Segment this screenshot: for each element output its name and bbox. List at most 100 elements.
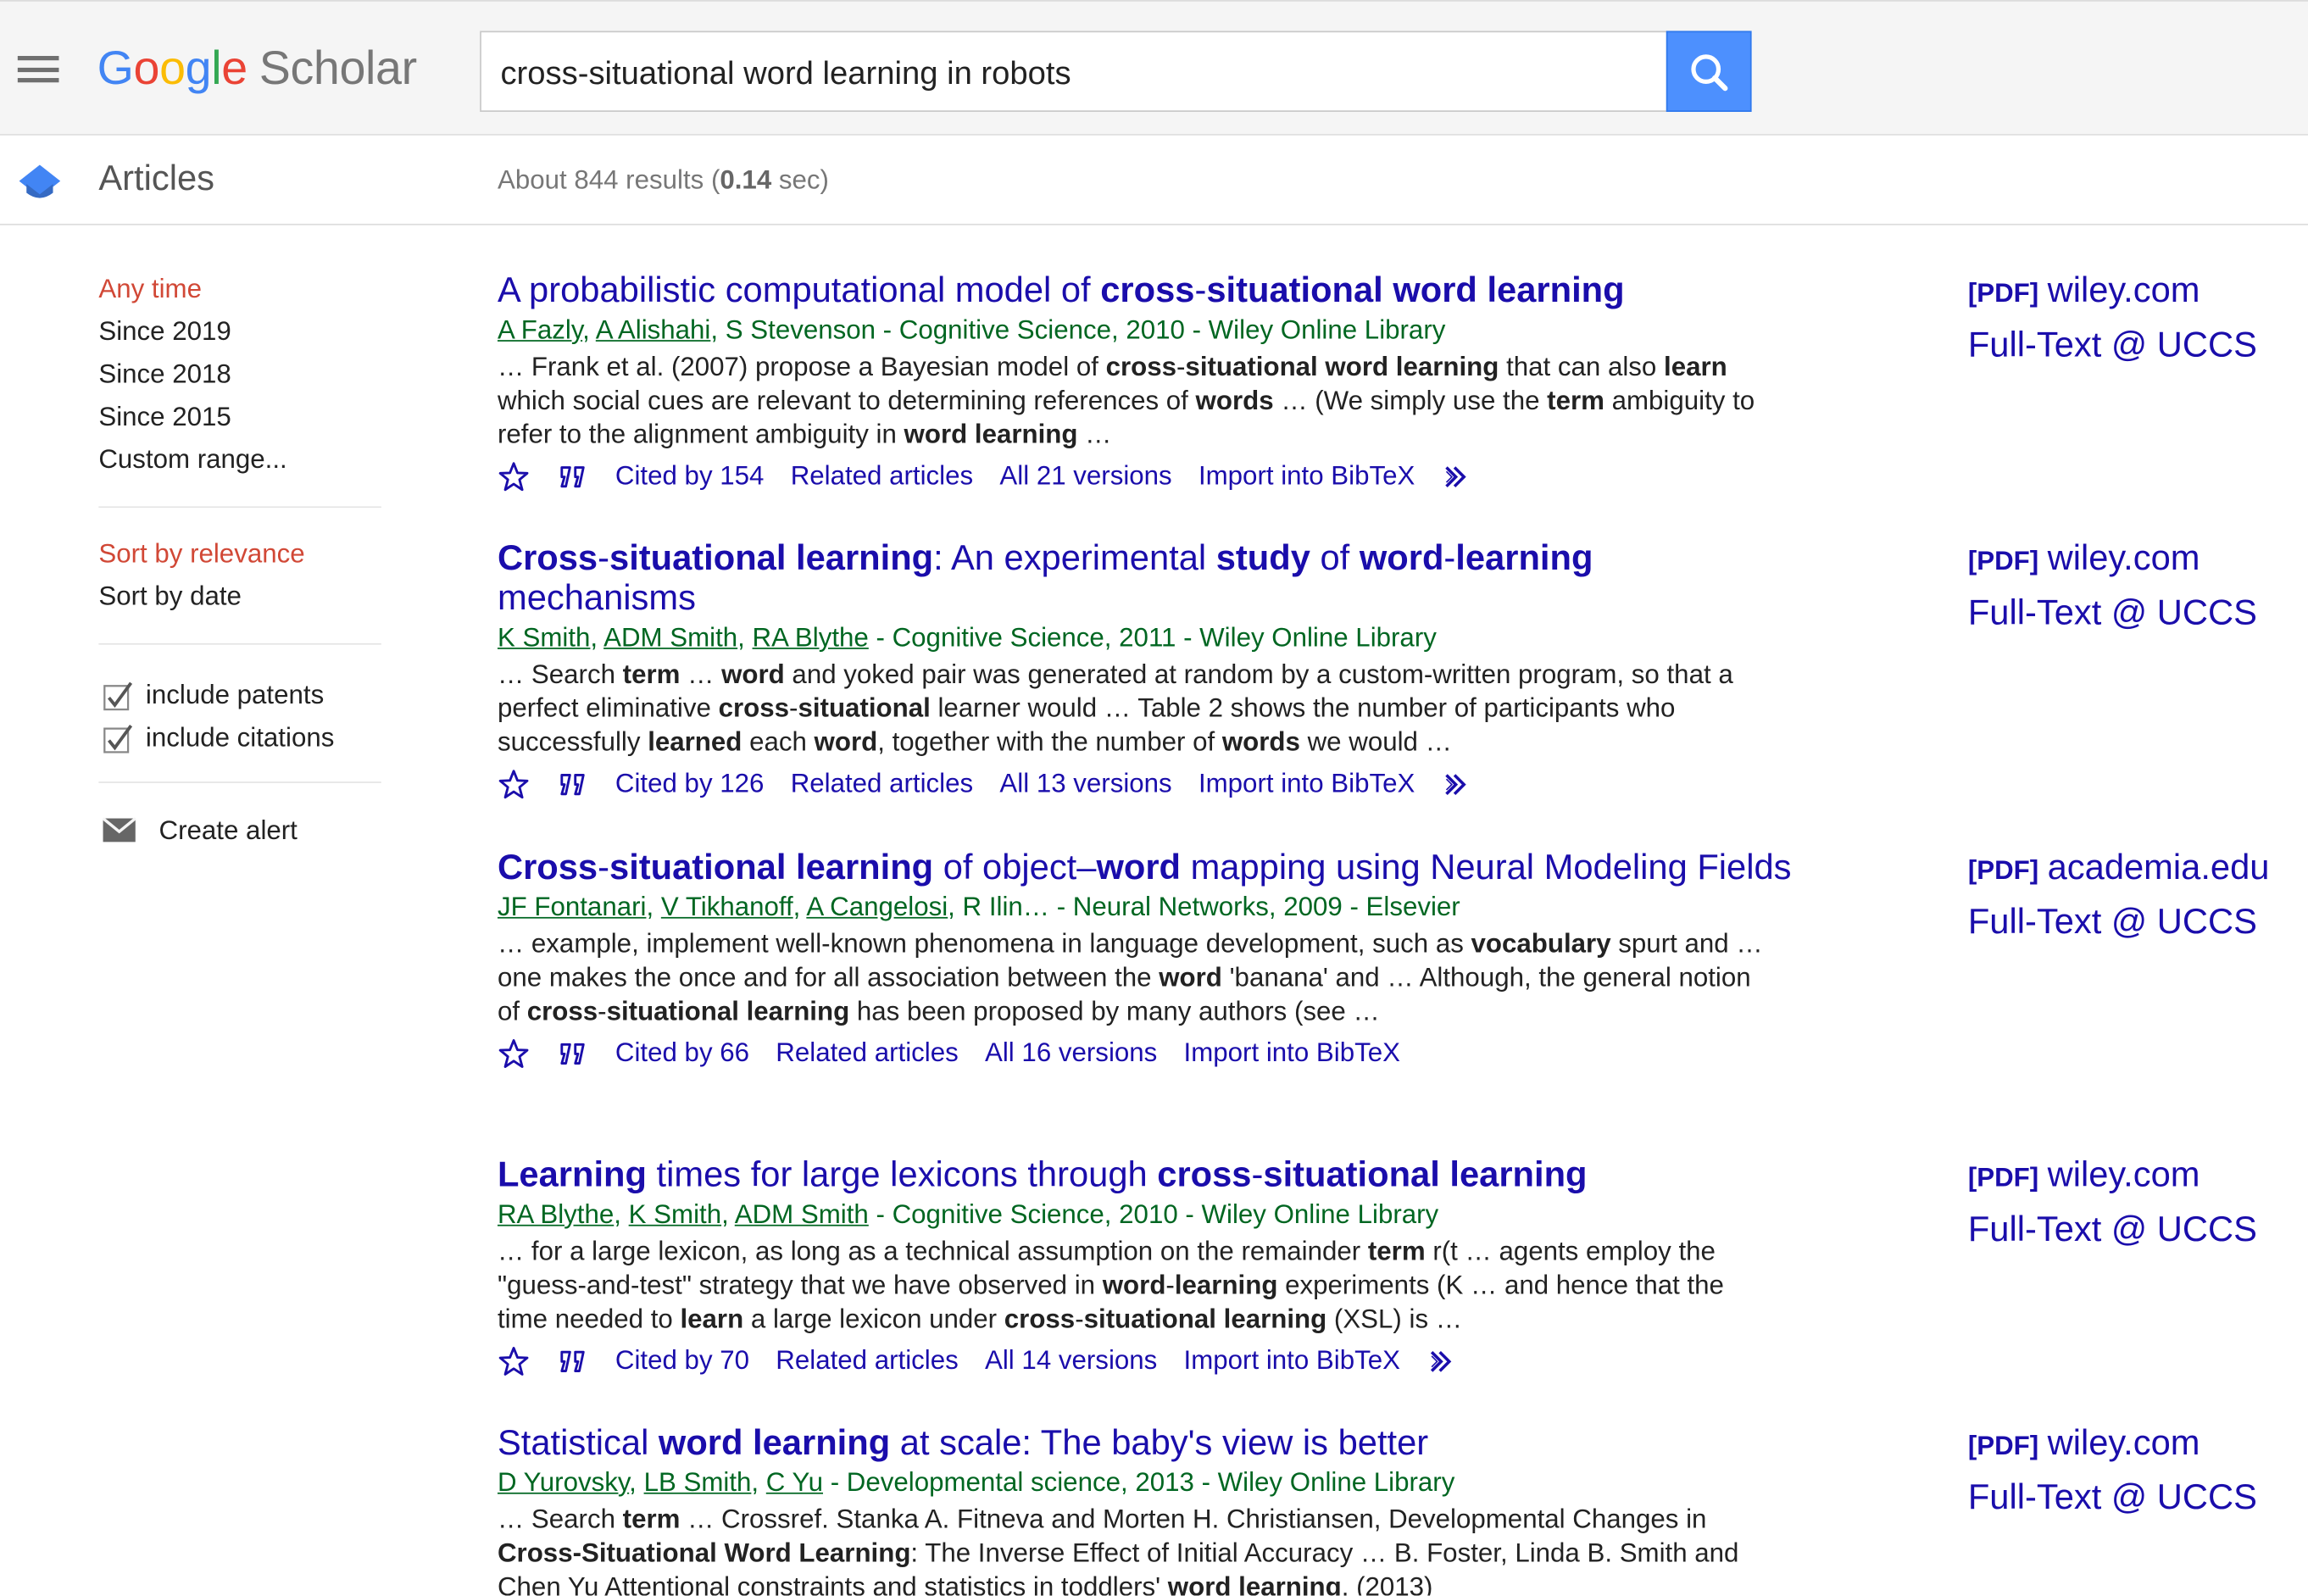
- result-snippet: … for a large lexicon, as long as a tech…: [498, 1235, 1778, 1337]
- text-run: of object–: [933, 848, 1097, 888]
- google-scholar-logo[interactable]: Google Scholar: [97, 38, 417, 97]
- text-run: ,: [737, 622, 753, 653]
- related-articles-link[interactable]: Related articles: [776, 1037, 958, 1070]
- filter-custom-range[interactable]: Custom range...: [98, 443, 381, 486]
- text-run: … example, implement well-known phenomen…: [497, 928, 1471, 959]
- result-authors: JF Fontanari, V Tikhanoff, A Cangelosi, …: [498, 891, 1793, 925]
- text-run: at scale: The baby's view is better: [890, 1423, 1429, 1464]
- fulltext-link[interactable]: Full-Text @ UCCS: [1968, 1210, 2306, 1249]
- highlight-term: study: [1215, 538, 1310, 579]
- highlight-term: word learning: [1167, 1571, 1342, 1596]
- create-alert-button[interactable]: Create alert: [98, 809, 381, 851]
- cited-by-link[interactable]: Cited by 154: [615, 459, 765, 493]
- include-citations-checkbox[interactable]: include citations: [98, 717, 381, 759]
- cited-by-link[interactable]: Cited by 70: [615, 1344, 749, 1378]
- filter-since-2015[interactable]: Since 2015: [98, 400, 381, 442]
- fulltext-link[interactable]: Full-Text @ UCCS: [1968, 1478, 2306, 1518]
- author-link[interactable]: K Smith: [629, 1199, 721, 1229]
- import-bibtex-link[interactable]: Import into BibTeX: [1184, 1344, 1400, 1378]
- pdf-link[interactable]: [PDF] wiley.com: [1968, 1155, 2306, 1198]
- result-title-link[interactable]: Learning times for large lexicons throug…: [498, 1155, 1793, 1195]
- text-run: , R Ilin… - Neural Networks, 2009 - Else…: [948, 892, 1460, 922]
- text-run: … Frank et al. (2007) propose a Bayesian…: [497, 352, 1106, 381]
- author-link[interactable]: LB Smith: [644, 1467, 752, 1497]
- all-versions-link[interactable]: All 14 versions: [985, 1344, 1157, 1378]
- highlight-term: learning: [1174, 1270, 1278, 1300]
- filter-any-time[interactable]: Any time: [98, 272, 381, 314]
- star-icon[interactable]: [498, 768, 530, 800]
- hamburger-icon[interactable]: [17, 55, 59, 83]
- result-snippet: … Search term … Crossref. Stanka A. Fitn…: [497, 1503, 1778, 1596]
- highlight-term: term: [1547, 385, 1604, 415]
- fulltext-link[interactable]: Full-Text @ UCCS: [1968, 325, 2306, 365]
- pdf-link[interactable]: [PDF] wiley.com: [1968, 271, 2306, 314]
- cite-quote-icon[interactable]: [556, 1037, 588, 1069]
- related-articles-link[interactable]: Related articles: [791, 767, 973, 801]
- result-title-link[interactable]: A probabilistic computational model of c…: [498, 271, 1793, 311]
- sort-by-relevance[interactable]: Sort by relevance: [98, 537, 381, 580]
- fulltext-link[interactable]: Full-Text @ UCCS: [1968, 593, 2306, 633]
- result-title-link[interactable]: Cross-situational learning: An experimen…: [498, 539, 1793, 619]
- mortarboard-icon[interactable]: [18, 160, 62, 204]
- import-bibtex-link[interactable]: Import into BibTeX: [1184, 1037, 1400, 1070]
- cited-by-link[interactable]: Cited by 66: [615, 1037, 749, 1070]
- author-link[interactable]: JF Fontanari: [498, 892, 646, 921]
- author-link[interactable]: A Cangelosi: [806, 892, 948, 921]
- highlight-term: cross: [1004, 1304, 1076, 1334]
- fulltext-link[interactable]: Full-Text @ UCCS: [1968, 903, 2306, 943]
- sort-by-date[interactable]: Sort by date: [98, 580, 381, 622]
- more-chevron-icon[interactable]: [1442, 460, 1474, 492]
- highlight-term: word: [1096, 848, 1182, 888]
- author-link[interactable]: ADM Smith: [735, 1199, 869, 1229]
- all-versions-link[interactable]: All 13 versions: [999, 767, 1171, 801]
- author-link[interactable]: D Yurovsky: [498, 1467, 629, 1497]
- text-run: -: [1194, 270, 1207, 311]
- result-title-link[interactable]: Statistical word learning at scale: The …: [498, 1423, 1793, 1463]
- search-input[interactable]: [500, 53, 1649, 95]
- author-link[interactable]: A Alishahi: [596, 315, 711, 345]
- text-run: -: [789, 692, 798, 723]
- highlight-term: cross: [526, 996, 598, 1026]
- import-bibtex-link[interactable]: Import into BibTeX: [1198, 767, 1415, 801]
- cite-quote-icon[interactable]: [556, 460, 588, 492]
- highlight-term: Cross-Situational Word Learning: [497, 1538, 911, 1568]
- search-button[interactable]: [1666, 31, 1752, 112]
- filter-since-2018[interactable]: Since 2018: [98, 358, 381, 400]
- result-title-link[interactable]: Cross-situational learning of object–wor…: [498, 848, 1793, 887]
- sidebar: Any time Since 2019 Since 2018 Since 201…: [98, 272, 381, 850]
- import-bibtex-link[interactable]: Import into BibTeX: [1198, 459, 1415, 493]
- author-link[interactable]: C Yu: [766, 1467, 823, 1497]
- text-run: ,: [751, 1467, 766, 1498]
- highlight-term: learn: [680, 1304, 744, 1334]
- pdf-link[interactable]: [PDF] academia.edu: [1968, 848, 2306, 890]
- more-chevron-icon[interactable]: [1442, 768, 1474, 800]
- author-link[interactable]: ADM Smith: [603, 623, 737, 653]
- cite-quote-icon[interactable]: [556, 768, 588, 800]
- star-icon[interactable]: [498, 1344, 530, 1376]
- star-icon[interactable]: [498, 1037, 530, 1069]
- author-link[interactable]: RA Blythe: [498, 1199, 614, 1229]
- include-patents-checkbox[interactable]: include patents: [98, 674, 381, 716]
- pdf-link[interactable]: [PDF] wiley.com: [1968, 1423, 2306, 1465]
- all-versions-link[interactable]: All 21 versions: [999, 459, 1171, 493]
- author-link[interactable]: K Smith: [498, 623, 590, 653]
- related-articles-link[interactable]: Related articles: [776, 1344, 958, 1378]
- related-articles-link[interactable]: Related articles: [791, 459, 973, 493]
- more-chevron-icon[interactable]: [1427, 1344, 1459, 1376]
- author-link[interactable]: RA Blythe: [753, 623, 869, 653]
- text-run: , together with the number of: [877, 726, 1222, 757]
- result-item: A probabilistic computational model of c…: [498, 271, 1793, 493]
- text-run: - Cognitive Science, 2010 - Wiley Online…: [868, 1199, 1439, 1230]
- all-versions-link[interactable]: All 16 versions: [985, 1037, 1157, 1070]
- cited-by-link[interactable]: Cited by 126: [615, 767, 765, 801]
- author-link[interactable]: A Fazly: [498, 315, 582, 345]
- cite-quote-icon[interactable]: [556, 1344, 588, 1376]
- highlight-term: learn: [1664, 352, 1727, 381]
- pdf-link[interactable]: [PDF] wiley.com: [1968, 539, 2306, 581]
- star-icon[interactable]: [498, 460, 530, 492]
- text-run: which social cues are relevant to determ…: [497, 385, 1196, 415]
- result-side-links: [PDF] wiley.com Full-Text @ UCCS: [1968, 271, 2306, 365]
- filter-since-2019[interactable]: Since 2019: [98, 315, 381, 358]
- result-side-links: [PDF] wiley.com Full-Text @ UCCS: [1968, 1155, 2306, 1249]
- author-link[interactable]: V Tikhanoff: [661, 892, 793, 921]
